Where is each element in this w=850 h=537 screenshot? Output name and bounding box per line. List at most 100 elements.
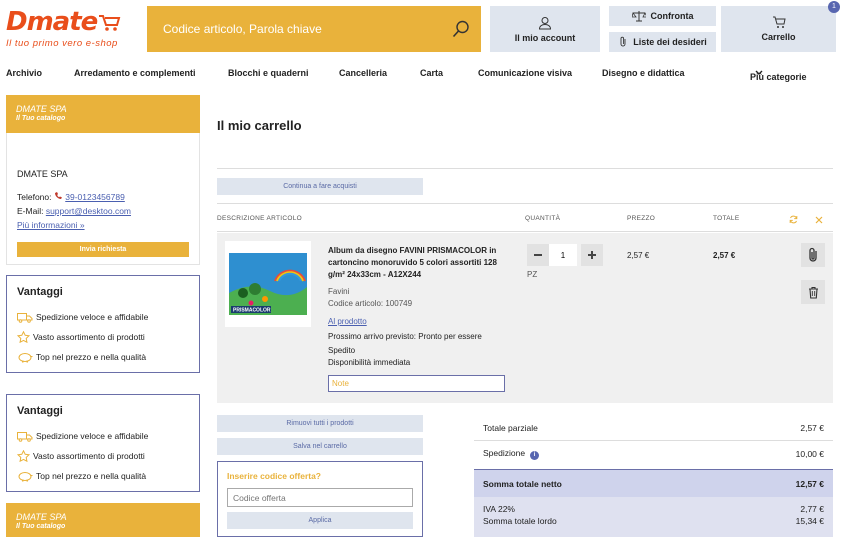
- product-code: Codice articolo: 100749: [328, 299, 413, 308]
- nav-item-arredamento[interactable]: Arredamento e complementi: [74, 68, 196, 78]
- nav-more-categories[interactable]: Più categorie: [750, 68, 807, 82]
- cart-icon: [772, 16, 786, 28]
- paperclip-icon: [809, 247, 817, 262]
- company-name: DMATE SPA: [17, 169, 68, 179]
- save-cart-button[interactable]: Salva nel carrello: [217, 438, 423, 455]
- divider: [217, 231, 833, 232]
- email-label: E-Mail:: [17, 206, 44, 216]
- search-icon[interactable]: [451, 19, 471, 39]
- advantages-box: Vantaggi Spedizione veloce e affidabile …: [6, 275, 200, 373]
- advantage-text: Top nel prezzo e nella qualità: [36, 352, 147, 362]
- nav-item-comunicazione[interactable]: Comunicazione visiva: [478, 68, 572, 78]
- advantages-title: Vantaggi: [17, 286, 63, 298]
- gross-total-value: 15,34 €: [795, 516, 824, 526]
- remove-all-button[interactable]: Rimuovi tutti i prodotti: [217, 415, 423, 432]
- phone-link[interactable]: 39-0123456789: [65, 192, 125, 202]
- subtotal-row: Totale parziale 2,57 €: [474, 415, 833, 441]
- truck-icon: [17, 431, 33, 442]
- product-brand: Favini: [328, 287, 350, 296]
- piggy-bank-icon: [18, 472, 33, 482]
- piggy-bank-icon: [18, 353, 33, 363]
- minus-icon: [534, 254, 542, 256]
- divider: [217, 203, 833, 204]
- nav-item-cancelleria[interactable]: Cancelleria: [339, 68, 387, 78]
- nav-item-archivio[interactable]: Archivio: [6, 68, 42, 78]
- catalog-card[interactable]: DMATE SPA Il Tuo catalogo: [6, 95, 200, 133]
- apply-button[interactable]: Applica: [227, 512, 413, 529]
- unit-price: 2,57 €: [627, 251, 650, 260]
- advantage-text: Spedizione veloce e affidabile: [36, 312, 149, 322]
- account-label: Il mio account: [514, 32, 576, 43]
- tagline: Il tuo primo vero e-shop: [6, 38, 118, 49]
- nav-item-blocchi[interactable]: Blocchi e quaderni: [228, 68, 309, 78]
- wishlist-label: Liste dei desideri: [633, 37, 707, 47]
- advantage-text: Vasto assortimento di prodotti: [33, 332, 145, 342]
- send-request-button[interactable]: Invia richiesta: [17, 242, 189, 257]
- column-header-price: PREZZO: [627, 215, 656, 222]
- column-header-description: DESCRIZIONE ARTICOLO: [217, 215, 302, 222]
- compare-label: Confronta: [650, 11, 694, 21]
- album-cover-image: PRISMACOLOR: [229, 253, 307, 315]
- cart-label: Carrello: [761, 32, 796, 42]
- compare-button[interactable]: Confronta: [609, 6, 716, 26]
- contact-box: DMATE SPA Telefono: 39-0123456789 E-Mail…: [6, 133, 200, 265]
- note-input[interactable]: [328, 375, 505, 392]
- quantity-increase-button[interactable]: [581, 244, 603, 266]
- net-total-value: 12,57 €: [795, 478, 824, 489]
- scale-icon: [631, 11, 646, 22]
- phone-icon: [54, 192, 62, 199]
- shipping-row: Spedizione i 10,00 €: [474, 441, 833, 467]
- delete-item-button[interactable]: [801, 280, 825, 304]
- nav-item-disegno[interactable]: Disegno e didattica: [602, 68, 685, 78]
- quantity-decrease-button[interactable]: [527, 244, 549, 266]
- quantity-unit: PZ: [527, 270, 538, 279]
- advantages-box: Vantaggi Spedizione veloce e affidabile …: [6, 394, 200, 492]
- advantage-item: Vasto assortimento di prodotti: [17, 446, 189, 466]
- advantage-item: Vasto assortimento di prodotti: [17, 327, 189, 347]
- cart-logo-icon: [99, 15, 121, 31]
- info-icon[interactable]: i: [530, 451, 540, 460]
- shipping-value: 10,00 €: [795, 449, 824, 459]
- divider: [217, 168, 833, 169]
- product-link[interactable]: Al prodotto: [328, 317, 367, 326]
- advantage-text: Spedizione veloce e affidabile: [36, 431, 149, 441]
- close-icon[interactable]: [815, 216, 823, 224]
- refresh-icon[interactable]: [789, 215, 798, 224]
- item-total-price: 2,57 €: [713, 251, 736, 260]
- subtotal-label: Totale parziale: [483, 422, 538, 433]
- more-info-link[interactable]: Più informazioni »: [17, 220, 85, 230]
- advantage-item: Spedizione veloce e affidabile: [17, 307, 189, 327]
- availability-text: Disponibilità immediata: [328, 358, 411, 367]
- column-header-total: TOTALE: [713, 215, 740, 222]
- plus-icon: [588, 251, 596, 259]
- net-total-row: Somma totale netto 12,57 €: [474, 469, 833, 497]
- advantage-item: Top nel prezzo e nella qualità: [17, 347, 189, 367]
- advantage-text: Vasto assortimento di prodotti: [33, 451, 145, 461]
- column-header-quantity: QUANTITÀ: [525, 215, 561, 222]
- page-title: Il mio carrello: [217, 118, 302, 133]
- nav-item-carta[interactable]: Carta: [420, 68, 443, 78]
- search-input[interactable]: [163, 22, 443, 36]
- logo[interactable]: Dmate Il tuo primo vero e-shop: [6, 8, 142, 52]
- catalog-card[interactable]: DMATE SPA Il Tuo catalogo: [6, 503, 200, 537]
- subtotal-value: 2,57 €: [800, 422, 824, 433]
- paperclip-icon: [620, 36, 626, 47]
- continue-shopping-button[interactable]: Continua a fare acquisti: [217, 178, 423, 195]
- cart-count-badge: 1: [828, 1, 840, 13]
- product-name[interactable]: Album da disegno FAVINI PRISMACOLOR in c…: [328, 245, 510, 281]
- promo-code-box: Inserire codice offerta? Applica: [217, 461, 423, 537]
- attach-button[interactable]: [801, 243, 825, 267]
- product-image[interactable]: PRISMACOLOR: [225, 241, 311, 327]
- promo-code-input[interactable]: [227, 488, 413, 507]
- wishlist-button[interactable]: Liste dei desideri: [609, 32, 716, 52]
- account-button[interactable]: Il mio account: [490, 6, 600, 52]
- cart-button[interactable]: Carrello: [721, 6, 836, 52]
- tax-summary: IVA 22% 2,77 € Somma totale lordo 15,34 €: [474, 497, 833, 537]
- quantity-input[interactable]: [549, 244, 577, 266]
- vat-value: 2,77 €: [800, 504, 824, 514]
- email-link[interactable]: support@desktoo.com: [46, 206, 131, 216]
- advantages-title: Vantaggi: [17, 405, 63, 417]
- catalog-card-title: DMATE SPA: [16, 512, 67, 522]
- vat-label: IVA 22%: [483, 504, 515, 514]
- truck-icon: [17, 312, 33, 323]
